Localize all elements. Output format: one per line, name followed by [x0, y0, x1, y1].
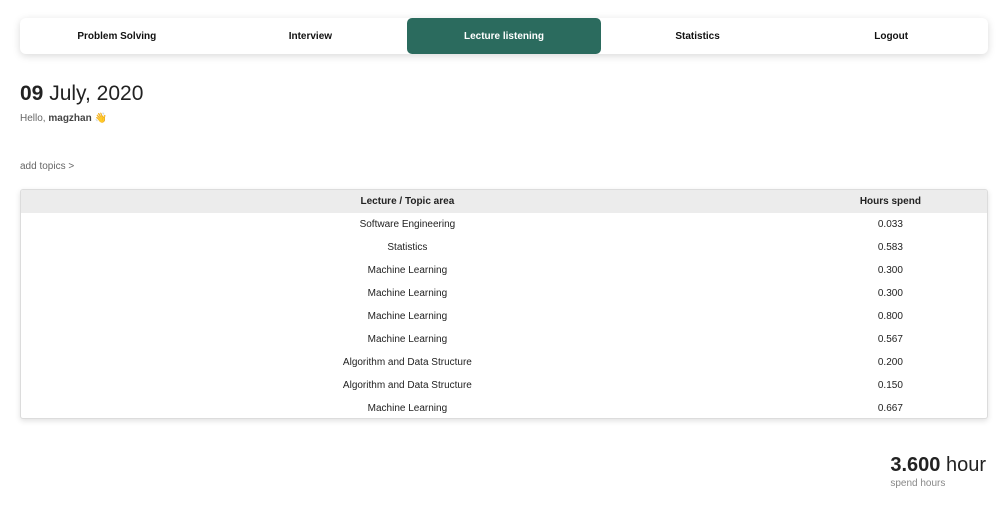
table-header-row: Lecture / Topic area Hours spend	[21, 190, 987, 213]
nav-lecture-listening[interactable]: Lecture listening	[407, 18, 601, 54]
topic-cell: Statistics	[387, 242, 428, 253]
topic-cell: Algorithm and Data Structure	[342, 380, 472, 391]
total-hours: 3.600 hour spend hours	[890, 454, 986, 489]
total-value: 3.600	[890, 454, 941, 476]
topic-cell: Machine Learning	[367, 334, 448, 345]
table-row: Machine Learning 0.800	[21, 305, 987, 328]
column-header-topic: Lecture / Topic area	[360, 196, 455, 207]
topic-cell: Software Engineering	[359, 219, 456, 230]
date-month-year: July, 2020	[49, 82, 144, 105]
table-row: Machine Learning 0.300	[21, 282, 987, 305]
lecture-table: Lecture / Topic area Hours spend Softwar…	[20, 189, 988, 419]
date-day: 09	[20, 82, 44, 105]
total-caption: spend hours	[890, 478, 946, 489]
topic-cell: Machine Learning	[367, 311, 448, 322]
table-row: Machine Learning 0.567	[21, 328, 987, 351]
hours-cell: 0.800	[877, 311, 903, 322]
greeting-text: Hello,	[20, 113, 46, 124]
nav-interview[interactable]: Interview	[214, 18, 408, 54]
hours-cell: 0.583	[877, 242, 903, 253]
nav-statistics[interactable]: Statistics	[601, 18, 795, 54]
wave-icon: 👋	[94, 113, 107, 124]
hours-cell: 0.300	[877, 288, 903, 299]
hours-cell: 0.200	[877, 357, 903, 368]
table-row: Software Engineering 0.033	[21, 213, 987, 236]
table-row: Machine Learning 0.667	[21, 397, 987, 418]
table-row: Algorithm and Data Structure 0.200	[21, 351, 987, 374]
total-unit: hour	[945, 454, 986, 476]
nav-problem-solving[interactable]: Problem Solving	[20, 18, 214, 54]
topic-cell: Algorithm and Data Structure	[342, 357, 472, 368]
total-value-line: 3.600 hour	[890, 454, 986, 477]
table-row: Algorithm and Data Structure 0.150	[21, 374, 987, 397]
topic-cell: Machine Learning	[367, 265, 448, 276]
column-header-hours: Hours spend	[859, 196, 921, 207]
table-row: Machine Learning 0.300	[21, 259, 987, 282]
hours-cell: 0.667	[877, 403, 903, 414]
topic-cell: Machine Learning	[367, 403, 448, 414]
username: magzhan	[48, 113, 92, 124]
hours-cell: 0.567	[877, 334, 903, 345]
add-topics-link[interactable]: add topics >	[20, 161, 74, 172]
greeting: Hello, magzhan 👋	[20, 113, 107, 124]
hours-cell: 0.300	[877, 265, 903, 276]
top-nav: Problem Solving Interview Lecture listen…	[20, 18, 988, 54]
table-row: Statistics 0.583	[21, 236, 987, 259]
nav-logout[interactable]: Logout	[794, 18, 988, 54]
page-date: 09 July, 2020	[20, 82, 143, 106]
hours-cell: 0.150	[877, 380, 903, 391]
topic-cell: Machine Learning	[367, 288, 448, 299]
hours-cell: 0.033	[877, 219, 903, 230]
